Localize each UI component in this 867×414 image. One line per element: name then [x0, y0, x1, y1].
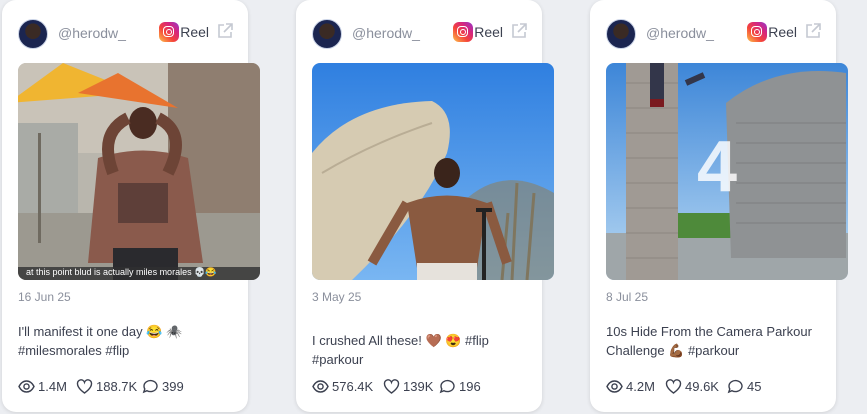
card-header: @herodw_ Reel [18, 18, 234, 49]
caption-line: Challenge 💪🏾 #parkour [606, 343, 740, 358]
post-date: 3 May 25 [312, 290, 362, 304]
post-type-label: Reel [180, 24, 209, 40]
card-header: @herodw_ Reel [606, 18, 822, 49]
post-card[interactable]: @herodw_ Reel 3 May 25 I crushed All the… [296, 0, 554, 412]
account-handle[interactable]: @herodw_ [352, 25, 420, 41]
external-link-icon[interactable] [510, 22, 528, 40]
likes-count: 49.6K [685, 379, 719, 394]
instagram-icon [747, 22, 767, 42]
post-card[interactable]: @herodw_ Reel 4 8 Jul 25 10s Hide From t… [590, 0, 848, 412]
comments-count: 399 [162, 379, 184, 394]
post-caption: I'll manifest it one day 😂 🕷️ #milesmora… [18, 322, 240, 360]
post-caption: I crushed All these! 🤎 😍 #flip #parkour [312, 331, 534, 369]
comments-count: 196 [459, 379, 481, 394]
post-date: 8 Jul 25 [606, 290, 649, 304]
comment-icon [727, 379, 743, 394]
views-count: 4.2M [626, 379, 655, 394]
external-link-icon[interactable] [804, 22, 822, 40]
avatar[interactable] [606, 19, 636, 49]
post-thumbnail[interactable]: at this point blud is actually miles mor… [18, 63, 260, 280]
post-caption: 10s Hide From the Camera Parkour Challen… [606, 322, 828, 360]
views-count: 1.4M [38, 379, 67, 394]
eye-icon [312, 380, 329, 393]
post-type-label: Reel [768, 24, 797, 40]
instagram-icon [159, 22, 179, 42]
likes-count: 188.7K [96, 379, 138, 394]
instagram-icon [453, 22, 473, 42]
external-link-icon[interactable] [216, 22, 234, 40]
heart-icon [665, 379, 682, 394]
heart-icon [76, 379, 93, 394]
avatar[interactable] [312, 19, 342, 49]
caption-line: 10s Hide From the Camera Parkour [606, 324, 812, 339]
caption-line: #milesmorales #flip [18, 343, 130, 358]
comment-icon [142, 379, 158, 394]
likes-count: 139K [403, 379, 434, 394]
avatar[interactable] [18, 19, 48, 49]
card-header: @herodw_ Reel [312, 18, 528, 49]
caption-line: I crushed All these! 🤎 😍 #flip #parkour [312, 333, 489, 367]
comments-count: 45 [747, 379, 762, 394]
eye-icon [18, 380, 35, 393]
overlay-text: at this point blud is actually miles mor… [26, 267, 217, 277]
post-card[interactable]: @herodw_ Reel at this point blud is actu… [2, 0, 260, 412]
post-date: 16 Jun 25 [18, 290, 71, 304]
account-handle[interactable]: @herodw_ [58, 25, 126, 41]
post-type-label: Reel [474, 24, 503, 40]
heart-icon [383, 379, 400, 394]
views-count: 576.4K [332, 379, 374, 394]
account-handle[interactable]: @herodw_ [646, 25, 714, 41]
eye-icon [606, 380, 623, 393]
post-thumbnail[interactable]: 4 [606, 63, 848, 280]
caption-line: I'll manifest it one day 😂 🕷️ [18, 324, 183, 339]
comment-icon [439, 379, 455, 394]
post-thumbnail[interactable] [312, 63, 554, 280]
overlay-number: 4 [697, 127, 738, 207]
